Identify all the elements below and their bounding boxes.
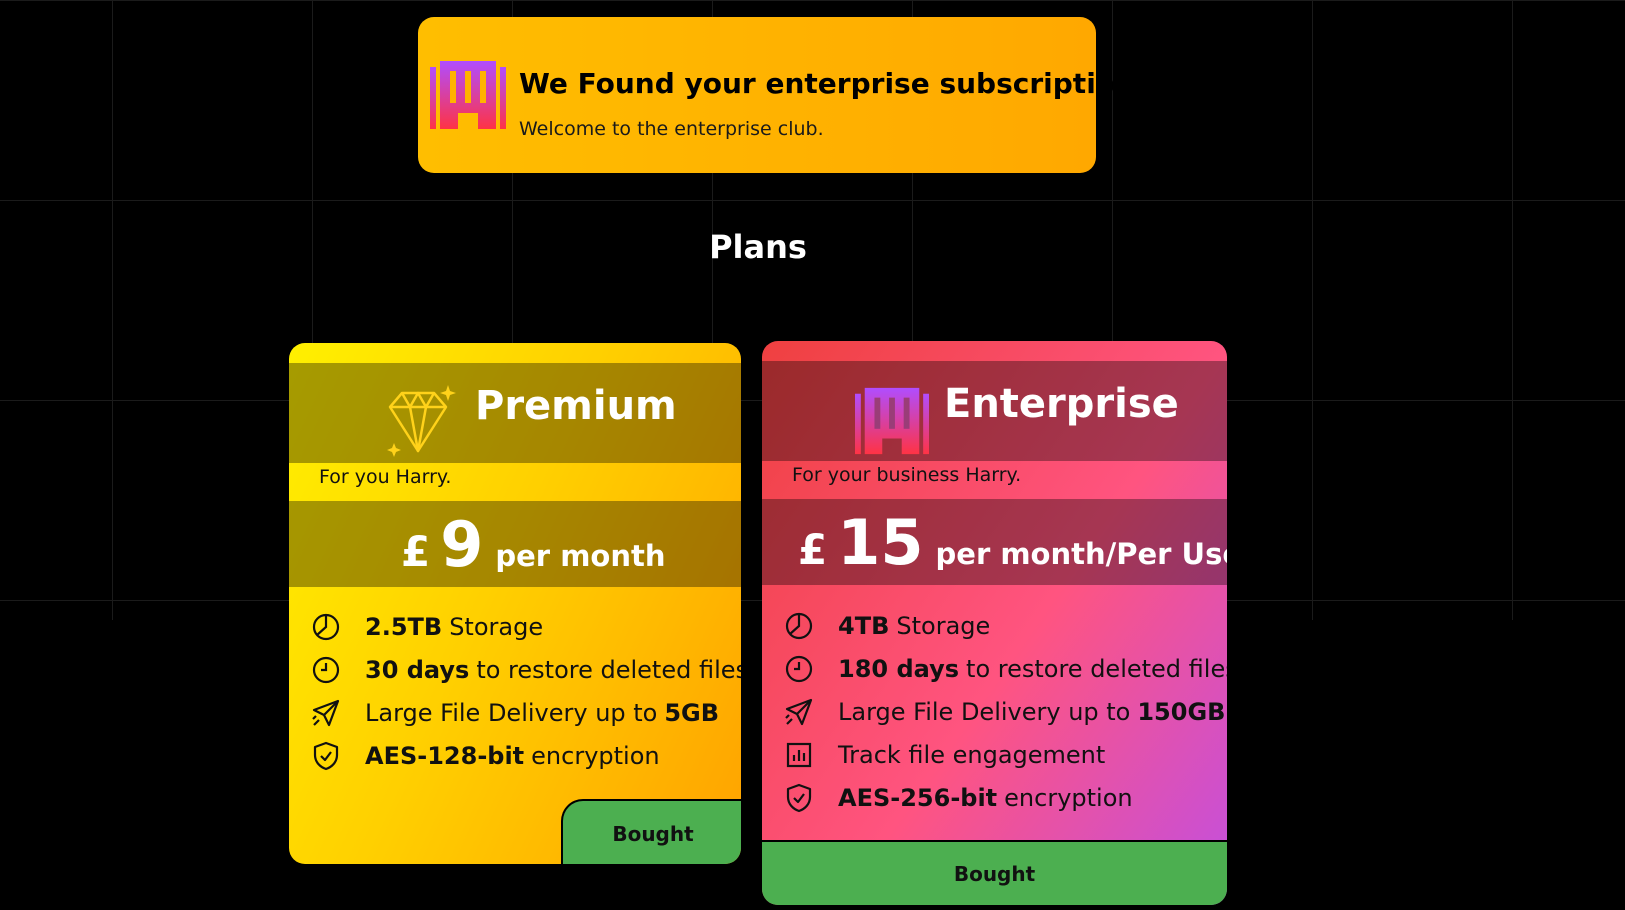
price-period: per month/Per User bbox=[935, 537, 1227, 571]
clock-icon bbox=[312, 656, 340, 683]
price-currency: £ bbox=[401, 527, 431, 576]
pie-chart-icon bbox=[312, 613, 340, 640]
feature-text: to restore deleted files bbox=[966, 654, 1227, 683]
feature-text: Large File Delivery up to bbox=[838, 697, 1131, 726]
feature-highlight: 150GB bbox=[1137, 697, 1226, 726]
feature-highlight: AES-128-bit bbox=[365, 741, 525, 770]
feature-item: 30 days to restore deleted files bbox=[311, 648, 741, 691]
bar-chart-icon bbox=[786, 742, 812, 767]
plan-card-premium: Premium For you Harry. £ 9 per month 2.5… bbox=[289, 343, 741, 864]
feature-highlight: 4TB bbox=[838, 611, 890, 640]
shield-check-icon bbox=[313, 741, 339, 770]
price-amount: 9 bbox=[440, 508, 484, 581]
building-icon bbox=[430, 61, 506, 129]
feature-list: 4TB Storage 180 days to restore deleted fi… bbox=[784, 604, 1227, 819]
plan-tagline: For your business Harry. bbox=[792, 464, 1022, 486]
feature-item: 2.5TB Storage bbox=[311, 605, 741, 648]
notice-title: We Found your enterprise subscription bbox=[519, 67, 1135, 100]
feature-item: 4TB Storage bbox=[784, 604, 1227, 647]
feature-text: Track file engagement bbox=[838, 740, 1106, 769]
bought-button[interactable]: Bought bbox=[561, 799, 741, 864]
plan-price: £ 9 per month bbox=[401, 508, 666, 581]
plan-tagline: For you Harry. bbox=[319, 466, 452, 488]
price-currency: £ bbox=[798, 525, 828, 574]
feature-highlight: AES-256-bit bbox=[838, 783, 998, 812]
send-icon bbox=[785, 698, 813, 725]
feature-text: encryption bbox=[531, 741, 660, 770]
feature-item: 180 days to restore deleted files bbox=[784, 647, 1227, 690]
plan-card-enterprise: Enterprise For your business Harry. £ 15… bbox=[762, 341, 1227, 905]
plan-name: Premium bbox=[475, 383, 677, 429]
building-icon bbox=[855, 387, 929, 455]
page: We Found your enterprise subscription We… bbox=[0, 0, 1625, 910]
feature-text: Storage bbox=[896, 611, 991, 640]
plan-name: Enterprise bbox=[944, 381, 1179, 427]
feature-item: Large File Delivery up to 150GB bbox=[784, 690, 1227, 733]
feature-highlight: 5GB bbox=[664, 698, 720, 727]
feature-highlight: 180 days bbox=[838, 654, 960, 683]
clock-icon bbox=[785, 655, 813, 682]
diamond-icon bbox=[387, 385, 456, 457]
feature-text: Storage bbox=[449, 612, 544, 641]
feature-text: to restore deleted files bbox=[476, 655, 741, 684]
shield-check-icon bbox=[786, 783, 812, 812]
price-period: per month bbox=[495, 539, 666, 573]
feature-text: Large File Delivery up to bbox=[365, 698, 658, 727]
feature-highlight: 30 days bbox=[365, 655, 470, 684]
feature-text: encryption bbox=[1004, 783, 1133, 812]
plans-heading: Plans bbox=[709, 228, 807, 266]
pie-chart-icon bbox=[785, 612, 813, 639]
feature-list: 2.5TB Storage 30 days to restore deleted f… bbox=[311, 605, 741, 777]
send-icon bbox=[312, 699, 340, 726]
feature-highlight: 2.5TB bbox=[365, 612, 443, 641]
feature-item: Track file engagement bbox=[784, 733, 1227, 776]
feature-item: Large File Delivery up to 5GB bbox=[311, 691, 741, 734]
feature-item: AES-128-bit encryption bbox=[311, 734, 741, 777]
subscription-notice: We Found your enterprise subscription We… bbox=[418, 17, 1135, 173]
feature-item: AES-256-bit encryption bbox=[784, 776, 1227, 819]
bought-button[interactable]: Bought bbox=[762, 840, 1227, 905]
price-amount: 15 bbox=[837, 506, 924, 579]
notice-subtitle: Welcome to the enterprise club. bbox=[519, 118, 824, 140]
plan-price: £ 15 per month/Per User bbox=[798, 506, 1227, 579]
